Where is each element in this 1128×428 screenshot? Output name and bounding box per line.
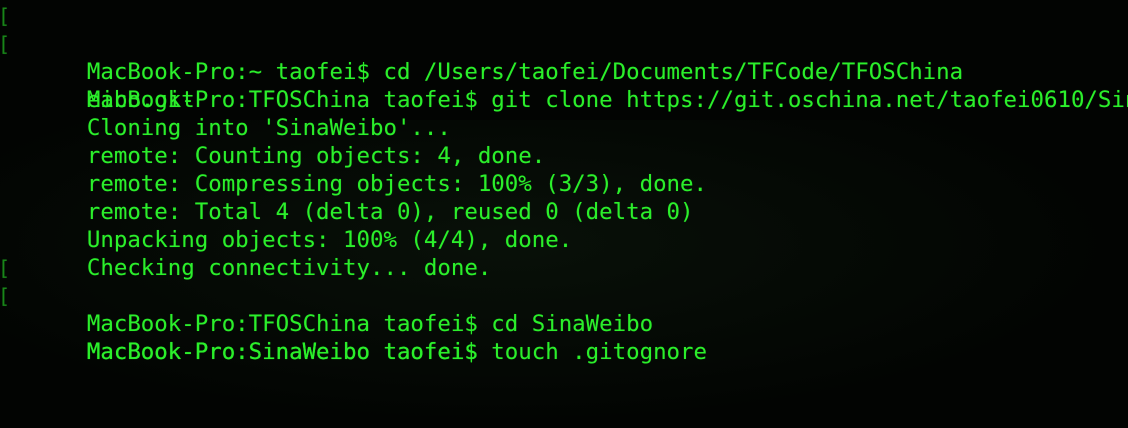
line-bracket-marker: [ [0,30,10,58]
terminal-line: [ MacBook-Pro:~ taofei$ cd /Users/taofei… [0,2,1128,85]
terminal-line: Checking connectivity... done. [0,226,1128,281]
line-bracket-marker: [ [0,282,10,310]
terminal-line: Cloning into 'SinaWeibo'... [0,86,1128,141]
terminal-output: [ MacBook-Pro:~ taofei$ cd /Users/taofei… [0,0,1128,365]
terminal-line: [ MacBook-Pro:SinaWeibo taofei$ touch .g… [0,282,1128,365]
terminal-window[interactable]: [ MacBook-Pro:~ taofei$ cd /Users/taofei… [0,0,1128,428]
terminal-prompt-line[interactable]: MacBook-Pro:SinaWeibo taofei$ [0,310,1128,365]
terminal-line: remote: Counting objects: 4, done. [0,114,1128,169]
line-bracket-marker: [ [0,254,10,282]
terminal-line: [ MacBook-Pro:TFOSChina taofei$ git clon… [0,30,1128,113]
terminal-line: eibo.git [0,58,1128,113]
terminal-prompt[interactable]: MacBook-Pro:SinaWeibo taofei$ [87,339,491,365]
line-bracket-marker: [ [0,2,10,30]
terminal-line: remote: Total 4 (delta 0), reused 0 (del… [0,170,1128,225]
terminal-line: Unpacking objects: 100% (4/4), done. [0,198,1128,253]
terminal-line: remote: Compressing objects: 100% (3/3),… [0,142,1128,197]
terminal-line: [ MacBook-Pro:TFOSChina taofei$ cd SinaW… [0,254,1128,337]
